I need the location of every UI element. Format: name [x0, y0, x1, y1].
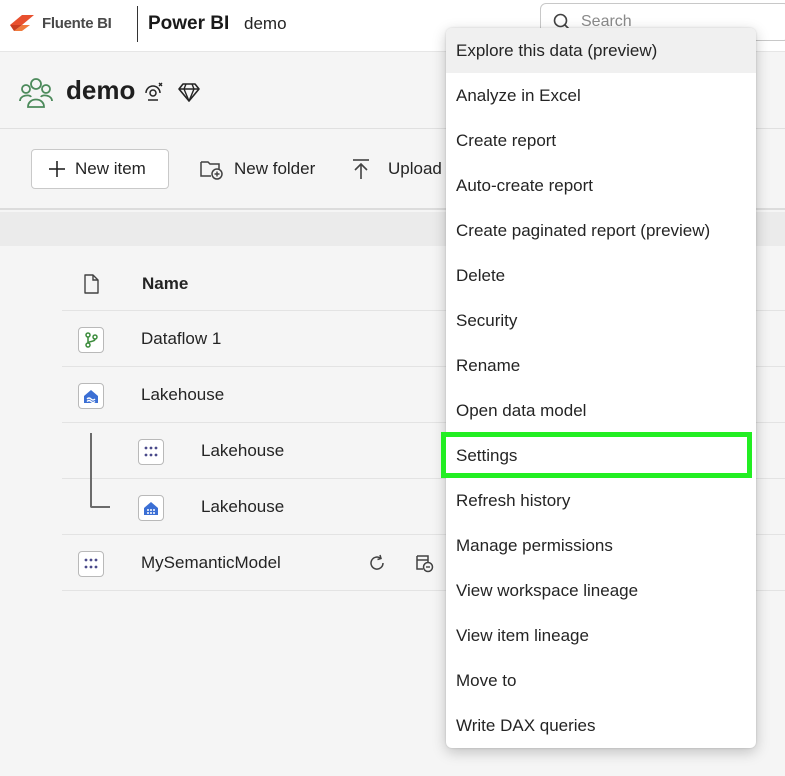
- menu-item-open-data-model[interactable]: Open data model: [446, 388, 756, 433]
- menu-item-delete[interactable]: Delete: [446, 253, 756, 298]
- brand-logo[interactable]: Fluente BI: [8, 12, 112, 34]
- menu-item-rename[interactable]: Rename: [446, 343, 756, 388]
- dataflow-icon: [78, 327, 104, 353]
- upload-button[interactable]: Upload: [350, 149, 442, 189]
- item-name[interactable]: MySemanticModel: [141, 553, 281, 573]
- workspace-settings-icon[interactable]: [142, 80, 166, 104]
- new-item-button[interactable]: New item: [31, 149, 169, 189]
- refresh-icon[interactable]: [368, 554, 386, 572]
- schedule-refresh-icon[interactable]: [414, 553, 434, 573]
- menu-item-view-item-lineage[interactable]: View item lineage: [446, 613, 756, 658]
- upload-label: Upload: [388, 159, 442, 178]
- menu-item-move-to[interactable]: Move to: [446, 658, 756, 703]
- menu-item-refresh-history[interactable]: Refresh history: [446, 478, 756, 523]
- menu-item-analyze-in-excel[interactable]: Analyze in Excel: [446, 73, 756, 118]
- context-menu: Explore this data (preview) Analyze in E…: [446, 28, 756, 748]
- item-name[interactable]: Lakehouse: [201, 441, 284, 461]
- new-item-label: New item: [75, 159, 146, 178]
- menu-item-settings[interactable]: Settings: [446, 433, 756, 478]
- topbar-divider: [137, 6, 138, 42]
- semantic-model-icon: [138, 439, 164, 465]
- plus-icon: [49, 161, 65, 177]
- new-folder-icon: [200, 161, 223, 180]
- semantic-model-icon: [78, 551, 104, 577]
- product-name[interactable]: Power BI: [148, 13, 229, 35]
- premium-diamond-icon[interactable]: [177, 80, 201, 104]
- menu-item-write-dax-queries[interactable]: Write DAX queries: [446, 703, 756, 748]
- item-name[interactable]: Lakehouse: [201, 497, 284, 517]
- brand-logo-icon: [10, 15, 34, 31]
- new-folder-button[interactable]: New folder: [198, 149, 315, 189]
- menu-item-auto-create-report[interactable]: Auto-create report: [446, 163, 756, 208]
- item-name[interactable]: Dataflow 1: [141, 329, 221, 349]
- menu-item-manage-permissions[interactable]: Manage permissions: [446, 523, 756, 568]
- lakehouse-icon: [78, 383, 104, 409]
- workspace-icon: [19, 78, 53, 108]
- menu-item-create-paginated-report[interactable]: Create paginated report (preview): [446, 208, 756, 253]
- new-folder-label: New folder: [234, 159, 316, 178]
- sql-endpoint-icon: [138, 495, 164, 521]
- workspace-title: demo: [66, 75, 136, 105]
- file-type-icon: [84, 274, 99, 294]
- column-header-name[interactable]: Name: [142, 274, 188, 294]
- menu-item-view-workspace-lineage[interactable]: View workspace lineage: [446, 568, 756, 613]
- menu-item-create-report[interactable]: Create report: [446, 118, 756, 163]
- upload-icon: [353, 159, 369, 179]
- menu-item-explore-data[interactable]: Explore this data (preview): [446, 28, 756, 73]
- menu-item-security[interactable]: Security: [446, 298, 756, 343]
- brand-name: Fluente BI: [42, 14, 112, 32]
- tree-connector: [90, 433, 110, 508]
- workspace-breadcrumb[interactable]: demo: [244, 14, 287, 34]
- item-name[interactable]: Lakehouse: [141, 385, 224, 405]
